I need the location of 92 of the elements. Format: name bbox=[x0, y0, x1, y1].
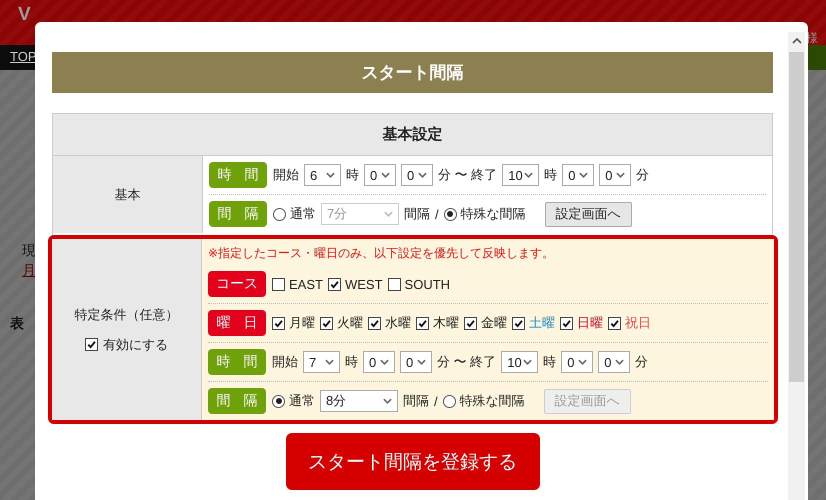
select-field[interactable]: 7 bbox=[303, 351, 340, 373]
chevron-down-icon bbox=[579, 172, 588, 178]
field-label: 時 bbox=[543, 353, 556, 371]
select-field[interactable]: 10 bbox=[501, 351, 538, 373]
chevron-down-icon bbox=[381, 172, 390, 178]
scrollbar-thumb[interactable] bbox=[789, 52, 804, 382]
field-label: 時 bbox=[345, 353, 358, 371]
settings-button[interactable]: 設定画面へ bbox=[544, 202, 632, 226]
background-text: 現 bbox=[22, 242, 36, 260]
scrollbar[interactable] bbox=[788, 32, 805, 500]
row-label: 特定条件（任意） bbox=[74, 306, 178, 324]
chevron-down-icon bbox=[384, 211, 393, 217]
select-field[interactable]: 6 bbox=[304, 164, 341, 186]
checkbox[interactable] bbox=[368, 316, 381, 330]
select-field[interactable]: 0 bbox=[400, 351, 432, 373]
select-field[interactable]: 0 bbox=[364, 164, 396, 186]
field-label: 開始 bbox=[272, 353, 298, 371]
radio-label[interactable]: 特殊な間隔 bbox=[460, 392, 525, 410]
row-tag: 間 隔 bbox=[208, 388, 266, 414]
chevron-down-icon bbox=[383, 398, 392, 404]
field-label: / bbox=[435, 206, 439, 222]
chevron-down-icon bbox=[325, 359, 334, 365]
checkbox-label[interactable]: SOUTH bbox=[404, 276, 450, 292]
field-label: 分 bbox=[636, 166, 650, 184]
checkbox[interactable] bbox=[85, 338, 98, 351]
checkbox-label[interactable]: 火曜 bbox=[337, 314, 363, 332]
field-label: 分 〜 終了 bbox=[437, 353, 496, 371]
radio-button[interactable] bbox=[272, 394, 285, 408]
radio-label[interactable]: 特殊な間隔 bbox=[460, 205, 526, 223]
section-heading: 基本設定 bbox=[53, 114, 772, 156]
checkbox-label[interactable]: 日曜 bbox=[577, 314, 603, 332]
checkbox[interactable] bbox=[560, 316, 573, 330]
chevron-down-icon bbox=[616, 172, 626, 178]
notice-text: ※指定したコース・曜日のみ、以下設定を優先して反映します。 bbox=[208, 245, 556, 262]
chevron-down-icon bbox=[326, 172, 335, 178]
scroll-up-icon[interactable] bbox=[792, 38, 802, 44]
select-field[interactable]: 8分 bbox=[320, 390, 398, 412]
checkbox[interactable] bbox=[272, 278, 285, 290]
submit-button[interactable]: スタート間隔を登録する bbox=[286, 433, 540, 490]
field-label: / bbox=[434, 394, 438, 408]
select-field[interactable]: 10 bbox=[502, 164, 540, 186]
checkbox[interactable] bbox=[416, 316, 429, 330]
radio-button[interactable] bbox=[442, 394, 456, 408]
checkbox[interactable] bbox=[320, 316, 333, 330]
row-tag: 時 間 bbox=[209, 162, 267, 188]
select-field[interactable]: 0 bbox=[401, 164, 433, 186]
checkbox-label[interactable]: EAST bbox=[289, 276, 323, 292]
chevron-down-icon bbox=[578, 359, 588, 365]
select-field[interactable]: 0 bbox=[562, 164, 594, 186]
checkbox[interactable] bbox=[464, 316, 477, 330]
checkbox-label[interactable]: 金曜 bbox=[481, 314, 507, 332]
radio-button[interactable] bbox=[273, 208, 286, 220]
row-tag: 曜 日 bbox=[208, 310, 266, 336]
background-text: 月 bbox=[22, 262, 36, 280]
checkbox-label[interactable]: 木曜 bbox=[433, 314, 459, 332]
field-label: 開始 bbox=[273, 166, 299, 184]
background-text: 表 bbox=[10, 315, 24, 333]
radio-label[interactable]: 通常 bbox=[290, 205, 316, 223]
select-field[interactable]: 0 bbox=[598, 351, 630, 373]
select-field[interactable]: 0 bbox=[561, 351, 594, 373]
chevron-down-icon bbox=[524, 172, 534, 178]
field-label: 分 bbox=[635, 353, 648, 371]
field-label: 間隔 bbox=[403, 392, 429, 410]
row-tag: 時 間 bbox=[208, 349, 266, 375]
top-link[interactable]: TOP bbox=[10, 49, 36, 64]
select-field[interactable]: 0 bbox=[599, 164, 632, 186]
row-tag: 間 隔 bbox=[209, 201, 267, 227]
radio-button[interactable] bbox=[444, 208, 457, 220]
field-label: 分 〜 終了 bbox=[438, 166, 498, 184]
chevron-down-icon bbox=[380, 359, 389, 365]
select-field[interactable]: 0 bbox=[363, 351, 395, 373]
checkbox-label[interactable]: 月曜 bbox=[289, 314, 315, 332]
checkbox[interactable] bbox=[328, 278, 341, 290]
checkbox-label[interactable]: 有効にする bbox=[103, 336, 168, 354]
row-tag: コース bbox=[208, 271, 266, 297]
chevron-down-icon bbox=[417, 359, 426, 365]
field-label: 時 bbox=[346, 166, 359, 184]
field-label: 間隔 bbox=[404, 205, 430, 223]
checkbox[interactable] bbox=[512, 316, 525, 330]
dialog-title: スタート間隔 bbox=[52, 52, 773, 93]
chevron-down-icon bbox=[615, 359, 624, 365]
checkbox[interactable] bbox=[608, 316, 621, 330]
radio-label[interactable]: 通常 bbox=[289, 392, 315, 410]
page-title: V bbox=[18, 4, 31, 26]
chevron-down-icon bbox=[523, 359, 532, 365]
checkbox[interactable] bbox=[388, 278, 401, 290]
field-label: 時 bbox=[544, 166, 558, 184]
row-label: 基本 bbox=[114, 186, 140, 204]
checkbox-label[interactable]: 水曜 bbox=[385, 314, 411, 332]
checkbox[interactable] bbox=[272, 316, 285, 330]
chevron-down-icon bbox=[418, 172, 427, 178]
checkbox-label[interactable]: WEST bbox=[344, 276, 383, 292]
